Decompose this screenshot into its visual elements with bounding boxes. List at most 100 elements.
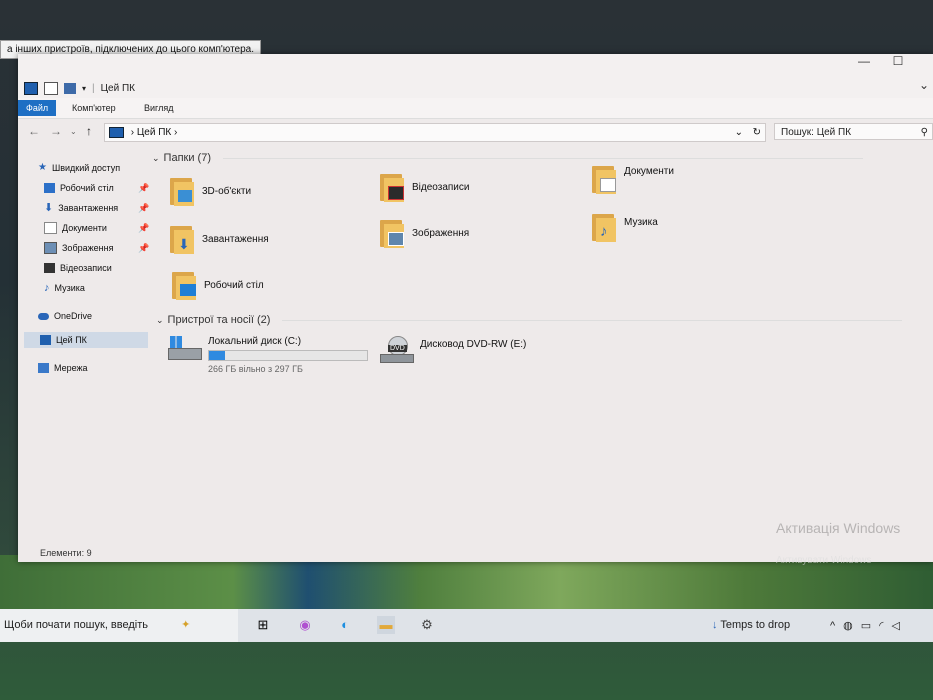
nav-item-label: Зображення [62, 243, 114, 253]
group-title: Папки (7) [163, 152, 211, 164]
nav-item-network[interactable]: Мережа [38, 360, 88, 376]
window-title: Цей ПК [100, 82, 135, 94]
folder-pictures[interactable]: Зображення [380, 218, 469, 248]
group-title: Пристрої та носії (2) [167, 314, 271, 326]
desktop-icon [172, 270, 198, 300]
folder-label: Зображення [412, 227, 470, 239]
qat-dropdown-icon[interactable]: ▾ [82, 84, 86, 93]
nav-item-music[interactable]: ♪ Музика [44, 280, 85, 296]
address-input[interactable]: › Цей ПК › ⌄ ↻ [104, 123, 766, 142]
nav-item-label: Музика [54, 283, 85, 293]
ribbon: Файл Комп'ютер Вигляд ⌄ [18, 78, 933, 119]
taskbar-search-placeholder: Щоби почати пошук, введіть [4, 619, 149, 631]
activation-watermark-sub: Активувати Windows [776, 555, 872, 566]
copilot-icon[interactable]: ◉ [296, 616, 314, 634]
pin-icon[interactable]: 📌 [138, 180, 149, 196]
checkbox-icon[interactable] [44, 81, 58, 95]
drive-dvd[interactable]: DVD Дисковод DVD-RW (E:) [380, 336, 526, 363]
speaker-icon[interactable]: ◁ [891, 619, 899, 632]
folder-3d-objects[interactable]: 3D-об'єкти [170, 176, 251, 206]
tab-computer[interactable]: Комп'ютер [64, 100, 124, 116]
dvd-badge: DVD [388, 345, 407, 352]
download-icon: ⬇ [170, 224, 196, 254]
weather-widget[interactable]: ↓ Temps to drop [712, 609, 790, 642]
close-button[interactable] [915, 54, 933, 78]
hard-drive-icon [168, 336, 202, 362]
title-separator: | [92, 82, 95, 94]
breadcrumb-separator: › [174, 127, 178, 138]
task-view-icon[interactable]: ⊞ [254, 616, 272, 634]
pc-icon [24, 81, 38, 95]
devices-group-header[interactable]: ⌄ Пристрої та носії (2) [156, 314, 903, 326]
tab-view[interactable]: Вигляд [136, 100, 182, 116]
drive-info: Локальний диск (C:) 266 ГБ вільно з 297 … [208, 336, 368, 374]
nav-item-label: OneDrive [54, 311, 93, 321]
forward-arrow-icon[interactable]: → [50, 124, 62, 138]
nav-item-this-pc[interactable]: Цей ПК [24, 332, 148, 348]
address-dropdown-icon[interactable]: ⌄ [735, 124, 743, 141]
group-divider [222, 157, 863, 159]
refresh-icon[interactable]: ↻ [753, 124, 761, 141]
content-pane: ⌄ Папки (7) 3D-об'єкти Відеозаписи Докум… [152, 150, 932, 550]
nav-item-videos[interactable]: Відеозаписи [44, 260, 112, 276]
drive-c[interactable]: Локальний диск (C:) 266 ГБ вільно з 297 … [168, 336, 368, 374]
edge-icon[interactable]: ◐ [336, 616, 354, 634]
back-arrow-icon[interactable]: ← [28, 124, 40, 138]
status-bar-count: Елементи: 9 [40, 548, 92, 558]
recent-dropdown-icon[interactable]: ⌄ [70, 127, 77, 136]
address-bar-row: ← → ⌄ ↑ › Цей ПК › ⌄ ↻ Пошук: Цей ПК ⚲ [18, 120, 933, 144]
video-icon [380, 172, 406, 202]
nav-item-label: Завантаження [58, 203, 119, 213]
search-input[interactable]: Пошук: Цей ПК ⚲ [774, 123, 933, 140]
windows-logo-icon [170, 336, 182, 348]
folder-label: Відеозаписи [412, 181, 470, 193]
nav-item-downloads[interactable]: ⬇ Завантаження 📌 [44, 200, 149, 216]
pictures-icon [44, 242, 57, 254]
documents-icon [592, 164, 618, 194]
nav-item-documents[interactable]: Документи 📌 [44, 220, 149, 236]
nav-item-desktop[interactable]: Робочий стіл 📌 [44, 180, 149, 196]
folder-music[interactable]: ♪ Музика [592, 212, 658, 242]
chevron-up-icon[interactable]: ^ [830, 620, 835, 632]
taskbar-search[interactable]: Щоби почати пошук, введіть ✦ [0, 609, 238, 642]
folder-small-icon[interactable] [64, 82, 76, 94]
drive-free-space: 266 ГБ вільно з 297 ГБ [208, 364, 303, 374]
network-icon [38, 363, 49, 373]
folder-videos[interactable]: Відеозаписи [380, 172, 469, 202]
nav-item-pictures[interactable]: Зображення 📌 [44, 240, 149, 256]
breadcrumb-this-pc[interactable]: Цей ПК [137, 127, 171, 138]
pin-icon[interactable]: 📌 [138, 200, 149, 216]
folder-label: 3D-об'єкти [202, 185, 252, 197]
onedrive-tray-icon[interactable]: ◍ [843, 619, 853, 632]
download-icon: ⬇ [44, 202, 54, 214]
dvd-drive-icon: DVD [380, 336, 414, 363]
up-arrow-icon[interactable]: ↑ [86, 124, 92, 138]
search-placeholder: Пошук: Цей ПК [781, 127, 852, 138]
battery-icon[interactable]: ▭ [861, 619, 871, 632]
search-icon: ⚲ [920, 127, 928, 138]
activation-watermark: Активація Windows [776, 520, 901, 536]
chevron-down-icon: ⌄ [152, 152, 160, 163]
music-icon: ♪ [592, 212, 618, 242]
maximize-button[interactable]: ☐ [881, 54, 915, 78]
minimize-button[interactable]: — [847, 54, 881, 78]
pin-icon[interactable]: 📌 [138, 220, 149, 236]
folder-documents[interactable]: Документи [592, 164, 674, 194]
file-explorer-icon[interactable]: ▬ [377, 616, 395, 634]
navigation-pane: ★ Швидкий доступ Робочий стіл 📌 ⬇ Завант… [18, 150, 149, 550]
folder-desktop[interactable]: Робочий стіл [172, 270, 264, 300]
group-divider [282, 319, 903, 321]
folder-downloads[interactable]: ⬇ Завантаження [170, 224, 269, 254]
nav-item-label: Швидкий доступ [51, 163, 121, 173]
wifi-icon[interactable]: ◜ [879, 619, 883, 632]
tab-file[interactable]: Файл [18, 100, 57, 116]
ribbon-expand-icon[interactable]: ⌄ [919, 78, 929, 92]
nav-item-onedrive[interactable]: OneDrive [38, 308, 92, 324]
settings-gear-icon[interactable]: ⚙ [418, 616, 436, 634]
folder-label: Робочий стіл [204, 279, 264, 291]
video-icon [44, 263, 55, 273]
quick-access-toolbar: ▾ | Цей ПК [24, 80, 135, 96]
pin-icon[interactable]: 📌 [138, 240, 149, 256]
folders-group-header[interactable]: ⌄ Папки (7) [152, 152, 863, 164]
nav-item-quick-access[interactable]: ★ Швидкий доступ [38, 160, 120, 176]
